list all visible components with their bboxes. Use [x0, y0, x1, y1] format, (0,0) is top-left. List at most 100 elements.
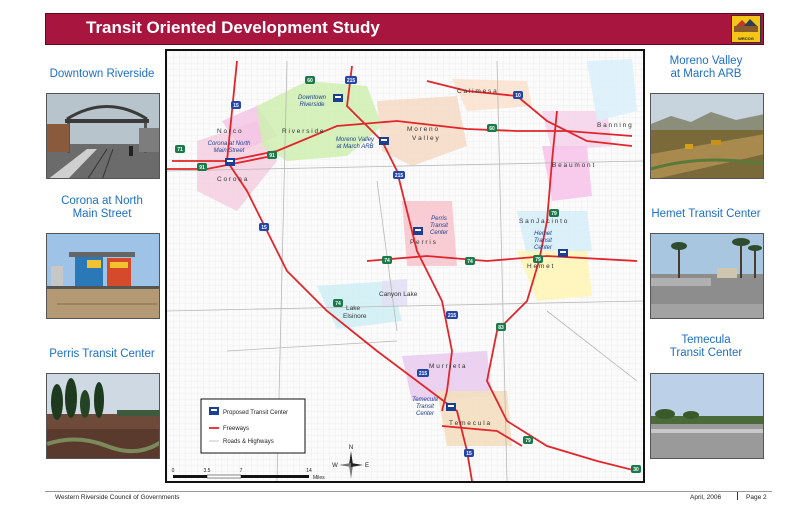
shield-text: 74 — [467, 259, 473, 265]
footer-divider — [45, 491, 772, 492]
tc-label-corona-2: Main Street — [214, 148, 245, 154]
city-label-temecula: T e m e c u l a — [449, 420, 490, 427]
shield-text: 60 — [489, 126, 495, 132]
tc-label-moreno-valley-1: Moreno Valley — [336, 137, 375, 143]
tc-label-corona-1: Corona at North — [208, 141, 251, 147]
label-corona-north-main: Corona at North Main Street — [43, 195, 161, 221]
compass-n: N — [349, 445, 353, 451]
shield-text: 215 — [395, 173, 404, 179]
shield-sr74-a: 74 — [333, 299, 343, 307]
shield-text: 71 — [177, 147, 183, 153]
shield-text: 15 — [261, 225, 267, 231]
label-line: Main Street — [72, 208, 132, 220]
footer-date: April, 2006 — [690, 494, 722, 501]
footer-page-number: Page 2 — [746, 494, 767, 501]
scale-tick: 0 — [172, 468, 175, 474]
scale-unit: Miles — [313, 475, 325, 481]
shield-text: 74 — [335, 301, 341, 307]
scale-tick: 3.5 — [204, 468, 211, 474]
city-label-moreno-valley-1: M o r e n o — [407, 126, 438, 133]
shield-sr91-a: 91 — [197, 163, 207, 171]
label-line: Downtown Riverside — [49, 68, 155, 80]
photo-perris-transit-center — [46, 373, 160, 459]
shield-text: 215 — [347, 78, 356, 84]
tc-label-downtown-riverside-1: Downtown — [298, 95, 327, 101]
legend-freeway-label: Freeways — [223, 426, 249, 432]
region-map[interactable]: N o r c o C o r o n a R i v e r s i d e … — [165, 49, 645, 483]
photo-moreno-valley — [650, 93, 764, 179]
city-label-canyon-lake: Canyon Lake — [379, 291, 418, 298]
label-hemet-transit-center: Hemet Transit Center — [647, 208, 765, 221]
label-downtown-riverside: Downtown Riverside — [43, 68, 161, 81]
transit-center-icon-temecula[interactable] — [446, 403, 456, 411]
city-label-norco: N o r c o — [217, 128, 242, 135]
label-moreno-valley: Moreno Valley at March ARB — [647, 55, 765, 81]
tc-label-temecula-3: Center — [416, 411, 435, 417]
city-label-lake-elsinore-2: Elsinore — [343, 313, 367, 320]
shield-i10: 10 — [513, 91, 523, 99]
photo-hemet-transit-center — [650, 233, 764, 319]
shield-text: 79 — [525, 438, 531, 444]
tc-label-hemet-2: Transit — [534, 238, 552, 244]
transit-center-icon-hemet[interactable] — [558, 249, 568, 257]
shield-sr71: 71 — [175, 145, 185, 153]
tc-label-perris-1: Perris — [431, 216, 447, 222]
transit-center-icon-corona[interactable] — [225, 158, 235, 166]
city-label-hemet: H e m e t — [527, 263, 554, 270]
shield-sr60-b: 60 — [487, 124, 497, 132]
label-line: Transit Center — [669, 347, 743, 359]
map-canvas[interactable]: N o r c o C o r o n a R i v e r s i d e … — [167, 51, 643, 481]
legend-transit-label: Proposed Transit Center — [223, 410, 288, 416]
city-label-perris: P e r r i s — [410, 239, 437, 246]
wrcog-logo: WRCOG — [731, 15, 761, 43]
tc-label-perris-2: Transit — [430, 223, 448, 229]
shield-text: 15 — [233, 103, 239, 109]
shield-text: 91 — [199, 165, 205, 171]
shield-text: 79 — [551, 211, 557, 217]
city-label-riverside: R i v e r s i d e — [282, 128, 324, 135]
shield-sr79-c: 79 — [523, 436, 533, 444]
shield-text: 215 — [448, 313, 457, 319]
shield-i215-a: 215 — [345, 76, 357, 84]
footer-separator — [737, 492, 738, 500]
city-label-lake-elsinore-1: Lake — [346, 305, 360, 312]
scale-tick: 7 — [240, 468, 243, 474]
transit-center-icon-moreno-valley[interactable] — [379, 137, 389, 145]
tc-label-downtown-riverside-2: Riverside — [299, 102, 325, 108]
label-line: at March ARB — [670, 68, 742, 80]
shield-text: 10 — [515, 93, 521, 99]
label-line: Perris Transit Center — [49, 348, 155, 360]
transit-center-icon-downtown-riverside[interactable] — [333, 94, 343, 102]
label-line: Moreno Valley — [669, 55, 743, 67]
shield-sr79-a: 79 — [549, 209, 559, 217]
shield-text: 60 — [307, 78, 313, 84]
shield-i15-c: 15 — [464, 449, 474, 457]
photo-downtown-riverside — [46, 93, 160, 179]
shield-i215-d: 215 — [417, 369, 429, 377]
logo-graphic-icon — [734, 19, 758, 32]
legend-transit-icon — [209, 407, 219, 415]
footer-org: Western Riverside Council of Governments — [55, 494, 180, 501]
tc-label-hemet-3: Center — [534, 245, 553, 251]
shield-text: 79 — [535, 257, 541, 263]
shield-text: 215 — [419, 371, 428, 377]
tc-label-hemet-1: Hemet — [534, 231, 552, 237]
shield-i215-b: 215 — [393, 171, 405, 179]
tc-label-temecula-2: Transit — [416, 404, 434, 410]
photo-corona-north-main — [46, 233, 160, 319]
page-title: Transit Oriented Development Study — [86, 18, 380, 37]
legend-roads-label: Roads & Highways — [223, 439, 274, 445]
shield-i15-a: 15 — [231, 101, 241, 109]
label-perris-transit-center: Perris Transit Center — [43, 348, 161, 361]
shield-text: 83 — [498, 325, 504, 331]
tc-label-moreno-valley-2: at March ARB — [336, 144, 373, 150]
city-label-beaumont: B e a u m o n t — [552, 162, 594, 169]
city-label-murrieta: M u r r i e t a — [429, 363, 466, 370]
compass-e: E — [365, 463, 369, 469]
map-legend: Proposed Transit Center Freeways Roads &… — [200, 398, 306, 454]
shield-i15-b: 15 — [259, 223, 269, 231]
shield-text: 74 — [384, 258, 390, 264]
transit-center-icon-perris[interactable] — [413, 227, 423, 235]
title-banner: Transit Oriented Development Study WRCOG — [45, 13, 764, 45]
shield-text: 15 — [466, 451, 472, 457]
